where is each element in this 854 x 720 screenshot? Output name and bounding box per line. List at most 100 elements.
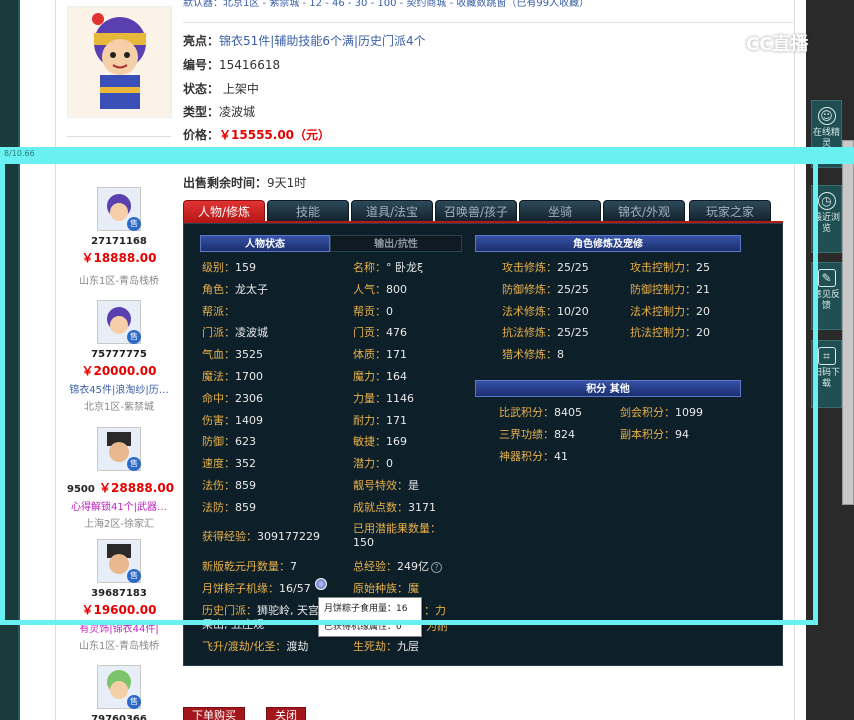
zongzi-tooltip: 月饼粽子食用量：16 已获得机缘属性：0 bbox=[318, 597, 422, 637]
listing-thumbnail[interactable]: 售 bbox=[97, 427, 141, 471]
stat-row: 门贡：476 bbox=[353, 324, 407, 340]
listing-thumbnail[interactable]: 售 bbox=[97, 665, 141, 709]
total-exp-stat: 总经验：249亿? bbox=[353, 558, 442, 574]
top-divider bbox=[183, 22, 795, 23]
listing-tags[interactable]: 心得解锁41个|武器… bbox=[67, 498, 171, 513]
listing-price: ￥28888.00 bbox=[99, 481, 175, 495]
highlight-value[interactable]: 锦衣51件|辅助技能6个满|历史门派4个 bbox=[219, 34, 426, 48]
sale-badge: 售 bbox=[127, 457, 141, 471]
stat-label: 抗法控制力： bbox=[630, 326, 696, 340]
stat-label: 原始种族： bbox=[353, 582, 408, 595]
close-button[interactable]: 关闭 bbox=[266, 707, 306, 720]
stat-value: 20 bbox=[696, 326, 710, 340]
stat-value: 是 bbox=[408, 479, 419, 492]
stat-value: 94 bbox=[675, 427, 689, 441]
output-resist-header[interactable]: 输出/抗性 bbox=[330, 235, 462, 252]
tab-character[interactable]: 人物/修炼 bbox=[183, 200, 265, 222]
stat-value: 1700 bbox=[235, 370, 263, 383]
stat-label: 魔法： bbox=[202, 370, 235, 383]
stat-label: 三界功绩： bbox=[499, 427, 554, 441]
stat-label: 人气： bbox=[353, 282, 386, 296]
stat-row: 力量：1146 bbox=[353, 390, 414, 406]
list-item[interactable]: 售 39687183 ￥19600.00 有灵饰|锦衣44件| 山东1区-青岛栈… bbox=[67, 539, 171, 652]
stat-row: 角色：龙太子 bbox=[202, 281, 268, 297]
stat-label: 魔力： bbox=[353, 370, 386, 383]
stat-row: 靓号特效：是 bbox=[353, 477, 419, 493]
stat-label: 副本积分： bbox=[620, 427, 675, 441]
stat-value: 25 bbox=[696, 261, 710, 274]
listing-server: 山东1区-青岛栈桥 bbox=[79, 276, 159, 287]
listing-price-line: 9500 ￥28888.00 bbox=[67, 479, 175, 496]
stat-row: 伤害：1409 bbox=[202, 412, 263, 428]
stat-row: 名称：° 卧龙ξ bbox=[353, 259, 423, 275]
buy-button[interactable]: 下单购买 bbox=[183, 707, 245, 720]
tooltip-value: 16 bbox=[396, 604, 408, 614]
tab-summons[interactable]: 召唤兽/孩子 bbox=[435, 200, 517, 222]
stat-label: 气血： bbox=[202, 348, 235, 362]
stat-row: 猎术修炼：8 bbox=[502, 346, 564, 362]
stat-value: 1099 bbox=[675, 406, 703, 419]
stat-label: 飞升/渡劫/化圣： bbox=[202, 640, 287, 653]
cc-logo-icon bbox=[718, 32, 744, 58]
type-line: 类型：凌波城 bbox=[183, 103, 255, 120]
tab-home[interactable]: 玩家之家 bbox=[689, 200, 771, 222]
potential-stat: 已用潜能果数量： bbox=[353, 520, 441, 536]
sale-badge: 售 bbox=[127, 569, 141, 583]
stat-value: 21 bbox=[696, 282, 710, 296]
race-stat: 原始种族：魔 bbox=[353, 580, 419, 596]
stat-row: 命中：2306 bbox=[202, 390, 263, 406]
stat-label: 新版乾元丹数量： bbox=[202, 560, 290, 573]
stat-label: 门贡： bbox=[353, 326, 386, 340]
list-item[interactable]: 售 9500 ￥28888.00 心得解锁41个|武器… 上海2区-徐家汇 bbox=[67, 427, 175, 530]
stat-label: 神器积分： bbox=[499, 449, 554, 463]
stat-value: 164 bbox=[386, 370, 407, 383]
tab-items[interactable]: 道具/法宝 bbox=[351, 200, 433, 222]
stat-value: 狮驼岭, 天宫, bbox=[257, 604, 323, 617]
status-value: 上架中 bbox=[222, 82, 259, 96]
stat-value: 800 bbox=[386, 282, 407, 296]
tab-outfits[interactable]: 锦衣/外观 bbox=[603, 200, 685, 222]
stat-value: 0 bbox=[386, 304, 393, 318]
stat-value: 25/25 bbox=[557, 326, 589, 340]
stat-value: 171 bbox=[386, 413, 407, 427]
listing-thumbnail[interactable]: 售 bbox=[97, 539, 141, 583]
list-item[interactable]: 售 27171168 ￥18888.00 山东1区-青岛栈桥 bbox=[67, 187, 171, 287]
listing-thumbnail[interactable]: 售 bbox=[97, 187, 141, 231]
status-label: 状态： bbox=[183, 82, 220, 96]
stat-row: 成就点数：3171 bbox=[353, 499, 436, 515]
tab-mounts[interactable]: 坐骑 bbox=[519, 200, 601, 222]
listing-thumbnail[interactable]: 售 bbox=[97, 300, 141, 344]
list-item[interactable]: 售 75777775 ￥20000.00 锦衣45件|浪淘纱|历… 北京1区-紫… bbox=[67, 300, 171, 413]
stat-row: 法伤：859 bbox=[202, 477, 256, 493]
scrollbar[interactable] bbox=[842, 140, 854, 505]
edit-icon: ✎ bbox=[817, 269, 836, 287]
listing-id: 79760366 bbox=[91, 714, 147, 720]
stat-label: 法术控制力： bbox=[630, 304, 696, 318]
top-cut-row: 默认器：北京1区 - 紫禁城 - 12 - 46 - 30 - 100 - 契约… bbox=[183, 0, 590, 9]
tooltip-label: 月饼粽子食用量： bbox=[324, 604, 397, 614]
stat-label: 生死劫： bbox=[353, 640, 397, 653]
stat-row: 三界功绩：824 bbox=[499, 426, 575, 442]
listing-server: 山东1区-青岛栈桥 bbox=[79, 641, 159, 652]
overlay-timestamp: 8/10.66 bbox=[4, 149, 35, 158]
stat-value: 249亿 bbox=[397, 560, 429, 573]
stat-value: 8 bbox=[557, 348, 564, 362]
strength-fragment: ：力 bbox=[424, 602, 446, 618]
sale-badge: 售 bbox=[127, 217, 141, 231]
points-header: 积分 其他 bbox=[475, 380, 741, 397]
id-line: 编号：15416618 bbox=[183, 56, 280, 73]
stat-value: 凌波城 bbox=[235, 326, 268, 340]
stat-row: 剑会积分：1099 bbox=[620, 404, 703, 420]
stat-label: 防御控制力： bbox=[630, 282, 696, 296]
tab-skills[interactable]: 技能 bbox=[267, 200, 349, 222]
listing-tags[interactable]: 锦衣45件|浪淘纱|历… bbox=[67, 381, 171, 396]
stat-value: 0 bbox=[386, 457, 393, 471]
stat-row: 潜力：0 bbox=[353, 455, 393, 471]
stat-label: 防御： bbox=[202, 435, 235, 449]
list-item[interactable]: 售 79760366 bbox=[67, 665, 171, 720]
char-status-header[interactable]: 人物状态 bbox=[200, 235, 330, 252]
help-icon[interactable]: ? bbox=[431, 561, 442, 573]
stat-value: 1409 bbox=[235, 413, 263, 427]
stat-value: 2306 bbox=[235, 391, 263, 405]
watermark-logo: CC直播 bbox=[718, 30, 808, 58]
